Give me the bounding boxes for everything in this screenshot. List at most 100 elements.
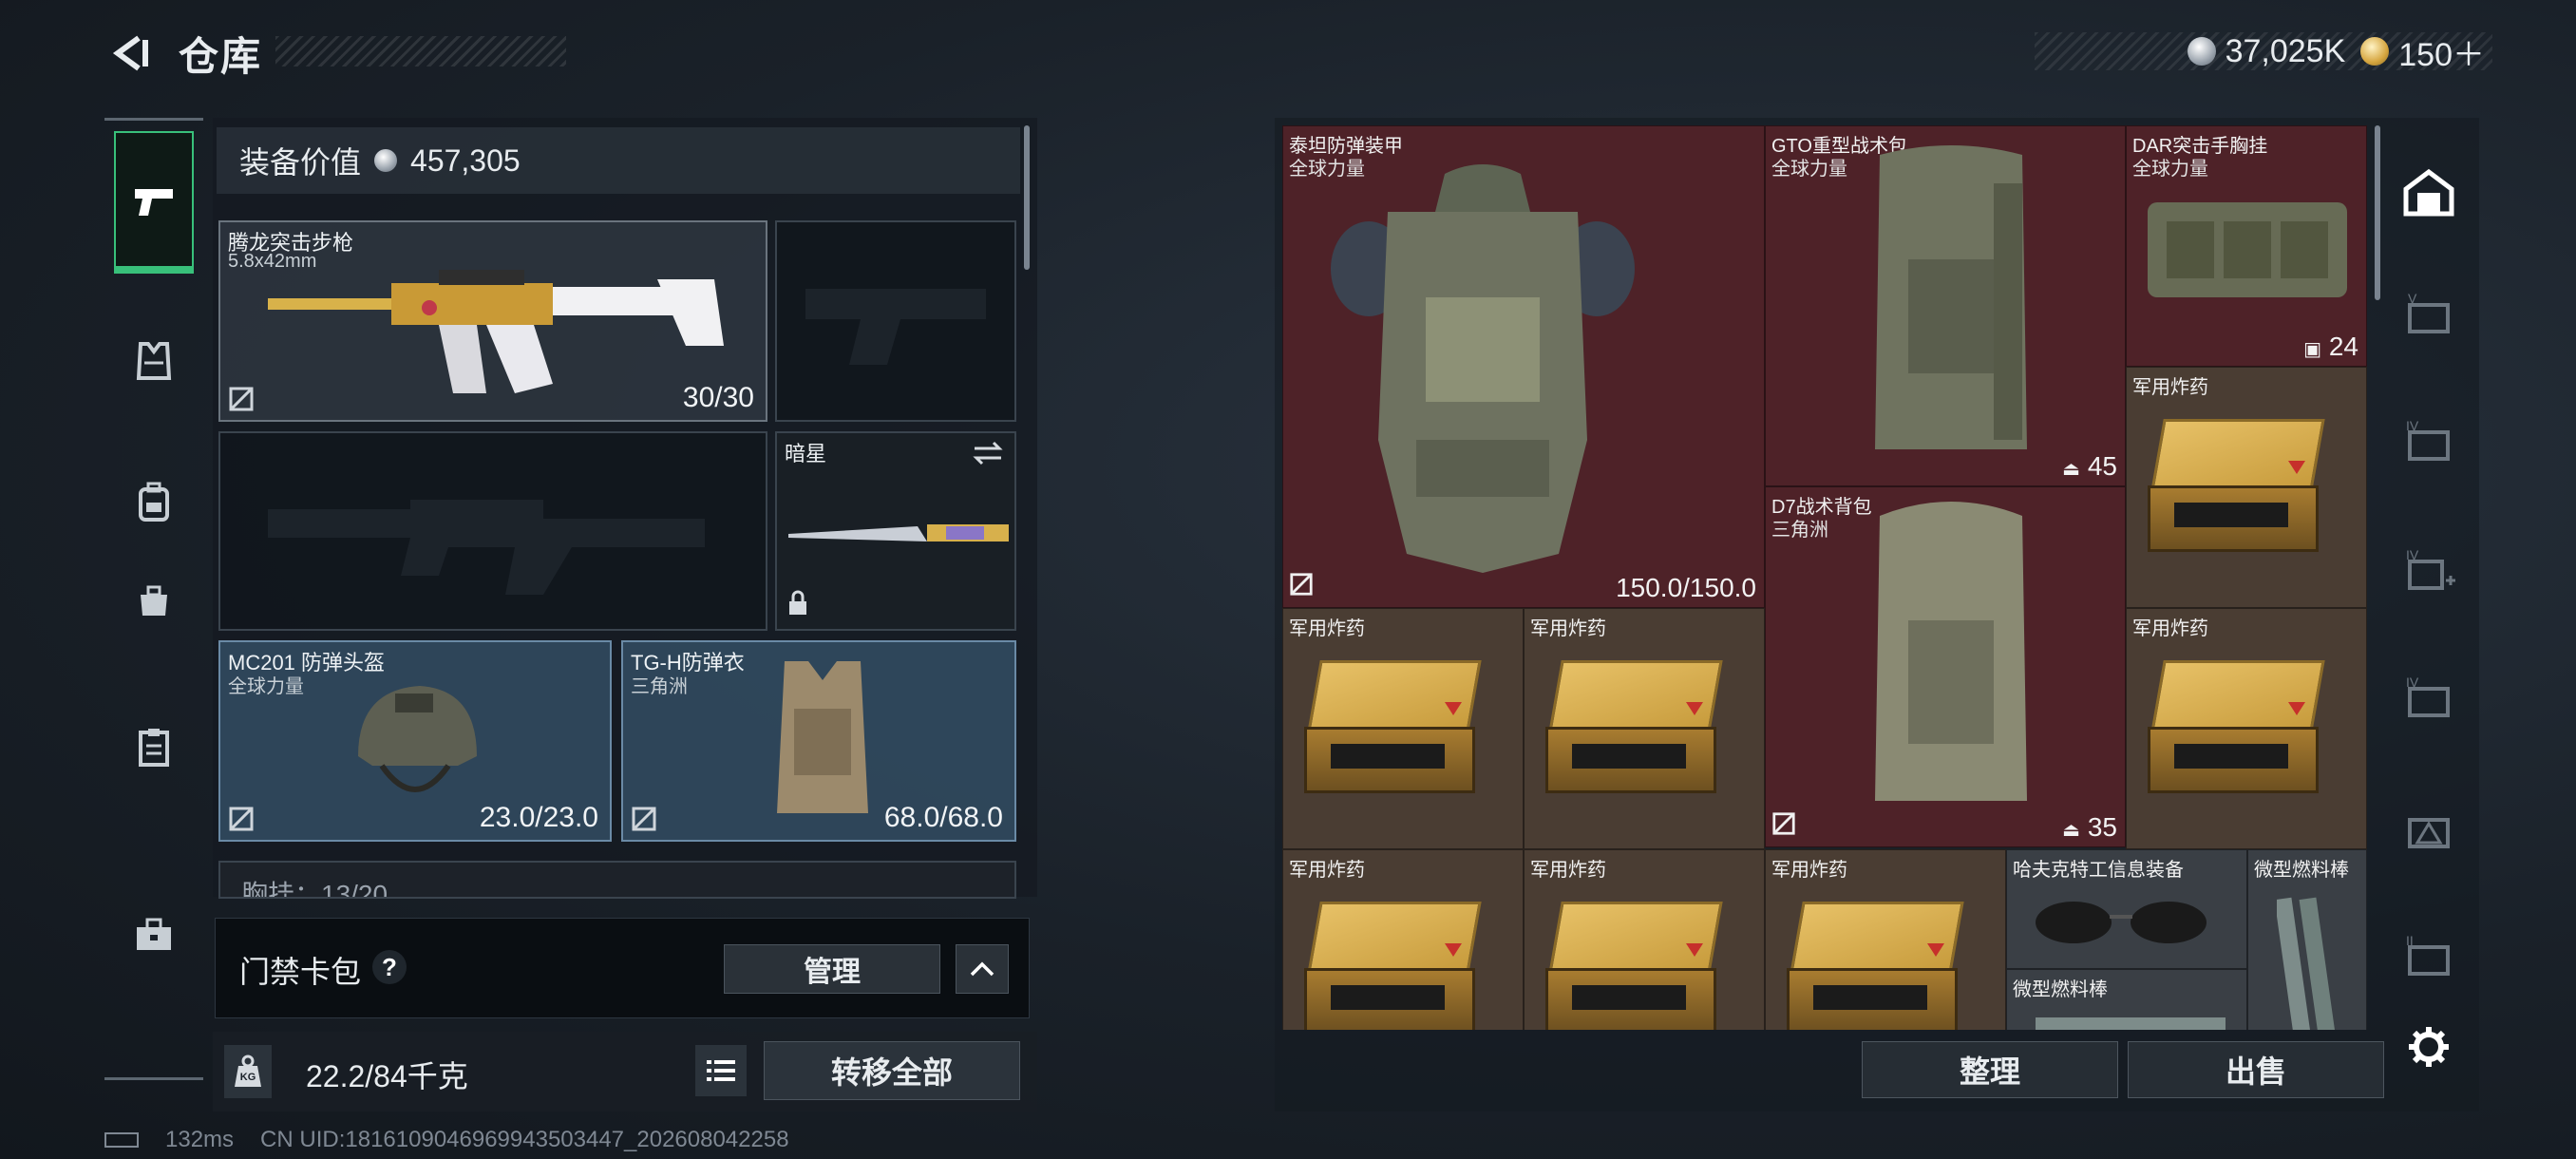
item-capacity-value: 24: [2328, 332, 2358, 361]
status-line: 132ms CN UID:1816109046969943503447_2026…: [104, 1127, 789, 1153]
rail-item-vest[interactable]: [114, 321, 194, 401]
rail-item-weapons[interactable]: [114, 131, 194, 274]
equipment-value-label: 装备价值: [239, 145, 362, 180]
helmet-durability: 23.0/23.0: [479, 802, 598, 833]
swap-icon[interactable]: [971, 439, 1005, 472]
item-name: 军用炸药: [2132, 618, 2208, 639]
storage-item-fuel-rod[interactable]: 微型燃料棒: [2247, 849, 2367, 1030]
titan-armor-image: [1331, 164, 1635, 573]
storage-item-chest-rig[interactable]: DAR突击手胸挂 全球力量 ▣ 24: [2126, 125, 2367, 367]
storage-item-d7-backpack[interactable]: D7战术背包 三角洲 ⏏ 35: [1765, 486, 2126, 847]
melee-name: 暗星: [785, 442, 827, 466]
storage-scrollbar[interactable]: [2375, 125, 2380, 300]
collapse-button[interactable]: [956, 944, 1009, 994]
storage-item-armor[interactable]: 泰坦防弹装甲 全球力量 150.0/150.0: [1282, 125, 1765, 608]
explosive-crate-image: [1304, 888, 1485, 1030]
no-insurance-icon: [1771, 811, 1796, 841]
storage-item-gto-bag[interactable]: GTO重型战术包 全球力量 ⏏ 45: [1765, 125, 2126, 486]
svg-text:IV: IV: [2406, 548, 2419, 562]
item-name: 军用炸药: [1771, 860, 1847, 881]
transfer-all-button[interactable]: 转移全部: [764, 1041, 1020, 1100]
list-icon: [707, 1060, 735, 1081]
storage-tab-4a[interactable]: IV: [2388, 403, 2470, 484]
currency-gold[interactable]: 150＋: [2360, 28, 2485, 75]
help-icon[interactable]: ?: [372, 950, 407, 984]
no-insurance-icon: [228, 806, 255, 832]
melee-slot[interactable]: 暗星: [775, 431, 1016, 631]
helmet-origin: 全球力量: [228, 676, 304, 697]
pouch-icon: [141, 585, 167, 616]
rail-item-backpack[interactable]: [114, 462, 194, 542]
secondary-weapon-slot[interactable]: [218, 431, 767, 631]
silver-coin-icon: [2187, 37, 2216, 66]
item-name: 军用炸药: [1289, 860, 1365, 881]
warehouse-icon: [2403, 168, 2454, 217]
pistol-silhouette-icon: [805, 289, 986, 365]
weight-icon-label: KG: [239, 1072, 256, 1083]
armor-durability: 68.0/68.0: [883, 802, 1003, 833]
storage-tab-2[interactable]: II: [2388, 918, 2470, 999]
rifle-silhouette-icon: [268, 500, 705, 595]
pistol-icon: [135, 189, 173, 216]
category-rail: [104, 118, 203, 1080]
sell-button[interactable]: 出售: [2128, 1041, 2384, 1098]
storage-item-explosive[interactable]: 军用炸药: [1282, 849, 1524, 1030]
storage-item-fuel-rod[interactable]: 微型燃料棒: [2006, 969, 2247, 1030]
item-capacity: ▣ 24: [2303, 332, 2358, 362]
item-capacity: ⏏ 45: [2062, 451, 2117, 482]
svg-text:V: V: [2408, 292, 2417, 306]
carry-weight: 22.2/84千克: [306, 1059, 468, 1093]
primary-weapon-slot[interactable]: 腾龙突击步枪 5.8x42mm 30/30: [218, 220, 767, 422]
settings-button[interactable]: [2388, 1007, 2470, 1087]
manage-button[interactable]: 管理: [724, 944, 940, 994]
fuel-rod-image: [2036, 1017, 2226, 1030]
helmet-slot[interactable]: MC201 防弹头盔 全球力量 23.0/23.0: [218, 640, 612, 842]
body-armor-slot[interactable]: TG-H防弹衣 三角洲 68.0/68.0: [621, 640, 1016, 842]
storage-item-explosive[interactable]: 军用炸药: [1524, 608, 1765, 849]
item-capacity-value: 35: [2087, 812, 2117, 842]
rail-divider: [104, 118, 203, 121]
rail-item-pouch[interactable]: [114, 560, 194, 640]
fuel-rod-image: [2277, 897, 2340, 1030]
rail-item-toolbox[interactable]: [114, 895, 194, 975]
no-insurance-icon: [1289, 572, 1314, 601]
storage-item-explosive[interactable]: 军用炸药: [1524, 849, 1765, 1030]
storage-tab-4c[interactable]: IV: [2388, 659, 2470, 741]
explosive-crate-image: [2148, 647, 2328, 808]
svg-text:II: II: [2406, 934, 2414, 948]
assault-rifle-image: [268, 270, 724, 393]
item-name: 哈夫克特工信息装备: [2013, 860, 2184, 881]
item-origin: 三角洲: [1771, 520, 1828, 541]
pistol-slot[interactable]: [775, 220, 1016, 422]
storage-item-explosive[interactable]: 军用炸药: [1282, 608, 1524, 849]
back-button[interactable]: [103, 27, 156, 80]
gear-icon: [2409, 1027, 2449, 1067]
storage-tab-3[interactable]: [2388, 790, 2470, 872]
chevron-up-icon: [970, 961, 994, 977]
item-name: 军用炸药: [1289, 618, 1365, 639]
storage-item-explosive[interactable]: 军用炸药: [1765, 849, 2006, 1030]
equipment-value: 457,305: [410, 142, 521, 178]
storage-item-explosive[interactable]: 军用炸药: [2126, 608, 2367, 849]
currency-silver[interactable]: 37,025K: [2187, 33, 2345, 70]
rail-item-clipboard[interactable]: [114, 707, 194, 787]
item-capacity: ⏏ 35: [2062, 812, 2117, 843]
storage-item-explosive[interactable]: 军用炸药: [2126, 367, 2367, 608]
explosive-crate-image: [2148, 406, 2328, 567]
sort-button[interactable]: 整理: [1862, 1041, 2118, 1098]
storage-item-intel-gear[interactable]: 哈夫克特工信息装备: [2006, 849, 2247, 969]
back-arrow-icon: [112, 35, 148, 71]
rail-divider: [104, 1077, 203, 1080]
helmet-image: [358, 686, 477, 792]
vest-icon: ▣: [2303, 339, 2322, 360]
list-view-button[interactable]: [695, 1045, 747, 1096]
knife-image: [788, 524, 1009, 542]
equipment-value-bar: 装备价值 457,305: [217, 127, 1020, 194]
storage-tab-main[interactable]: [2388, 152, 2470, 234]
storage-tab-4b[interactable]: IV: [2388, 532, 2470, 614]
storage-tab-5[interactable]: V: [2388, 276, 2470, 357]
container-add-icon: IV: [2406, 548, 2455, 590]
item-origin: 全球力量: [1771, 159, 1847, 180]
chest-rig-row[interactable]: 胸挂：13/20: [218, 861, 1016, 899]
equipment-scrollbar[interactable]: [1024, 125, 1030, 270]
